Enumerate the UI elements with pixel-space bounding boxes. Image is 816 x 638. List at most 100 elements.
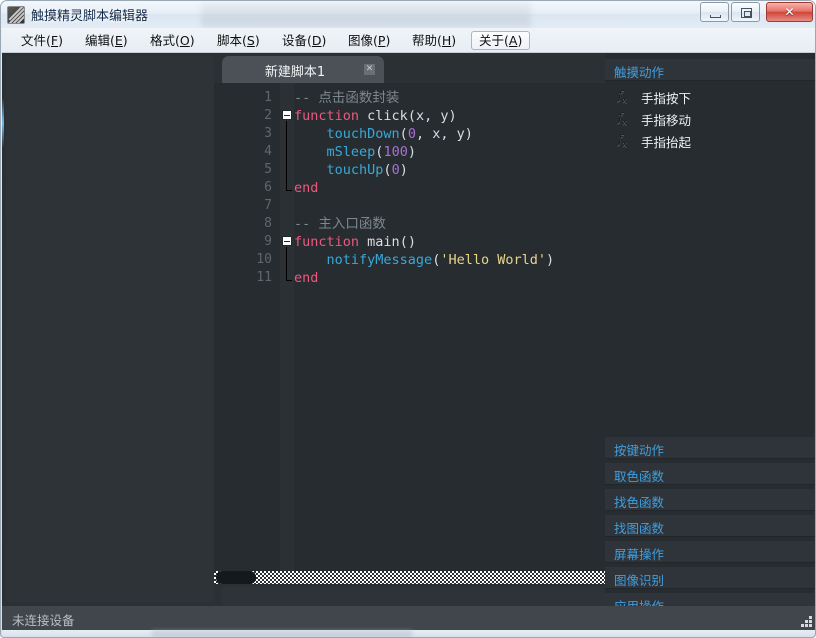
menu-item-e[interactable]: 编辑(E) [78,31,135,50]
function-section-header-3[interactable]: 找色函数 [605,489,815,511]
code-line[interactable]: end [294,269,318,287]
function-item-label: 手指抬起 [641,135,692,150]
window-bottom-chrome [2,630,815,637]
menu-item-p[interactable]: 图像(P) [341,31,397,50]
code-token-builtin: touchUp [326,162,384,178]
editor-tab-new-script-1[interactable]: 新建脚本1 ✕ [222,56,384,83]
code-token-punct [294,144,327,160]
code-line[interactable]: end [294,179,318,197]
menu-item-o[interactable]: 格式(O) [143,31,202,50]
code-token-num: 0 [407,126,416,142]
code-line[interactable]: touchUp(0) [294,161,408,179]
maximize-restore-button[interactable] [731,2,760,22]
code-token-builtin: mSleep [326,144,376,160]
left-edge-accent [2,98,4,148]
function-item-0-1[interactable]: fx 手指移动 [605,107,815,129]
code-token-punct: ) [399,162,408,178]
menu-item-a[interactable]: 关于(A) [471,31,531,50]
code-token-func: main [367,234,400,250]
title-bar[interactable]: 触摸精灵脚本编辑器 ✕ [1,1,815,28]
editor-tab-strip: 新建脚本1 ✕ [214,56,605,83]
function-item-label: 手指移动 [641,113,692,128]
line-number: 8 [264,216,272,231]
left-empty-panel [6,56,214,602]
code-editor[interactable]: 1 2 3 4 5 6 7 8 9 10 11 -- 点击函数封装 function click(x,… [214,83,605,571]
code-line[interactable]: mSleep(100) [294,143,416,161]
fx-icon: fx [618,88,627,105]
function-section-header-2[interactable]: 取色函数 [605,463,815,485]
line-number: 10 [256,252,272,267]
code-token-keyword: end [294,180,319,196]
menu-item-h[interactable]: 帮助(H) [405,31,463,50]
menu-bar: 文件(F) 编辑(E) 格式(O) 脚本(S) 设备(D) 图像(P) 帮助(H) 关于(A) [2,28,815,53]
function-section-header-5[interactable]: 屏幕操作 [605,541,815,563]
code-token-string: 'Hello World' [440,252,546,268]
function-section-header-1[interactable]: 按键动作 [605,437,815,459]
code-token-punct: (x, y) [407,108,457,124]
line-number: 9 [264,234,272,249]
menu-item-f[interactable]: 文件(F) [14,31,70,50]
editor-horizontal-scrollbar[interactable] [214,571,605,584]
function-item-0-2[interactable]: fx 手指抬起 [605,129,815,151]
code-token-builtin: touchDown [326,126,400,142]
bottom-chrome-blur [152,630,412,637]
code-line[interactable]: notifyMessage('Hello World') [294,251,555,269]
window-title: 触摸精灵脚本编辑器 [31,9,149,24]
menu-item-s[interactable]: 脚本(S) [210,31,267,50]
line-number: 11 [256,270,272,285]
code-token-punct [359,234,367,250]
function-section-title: 取色函数 [614,469,665,484]
line-number: 6 [264,180,272,195]
editor-code-area[interactable]: -- 点击函数封装 function click(x, y) touchDown(… [294,83,605,571]
function-section-title: 找色函数 [614,495,665,510]
code-line[interactable]: touchDown(0, x, y) [294,125,473,143]
editor-tab-label: 新建脚本1 [264,65,326,80]
close-button[interactable]: ✕ [766,2,813,22]
fx-icon: fx [618,110,627,127]
function-section-title: 按键动作 [614,443,665,458]
code-line[interactable]: function main() [294,233,416,251]
restore-icon [741,8,752,18]
function-section-header-6[interactable]: 图像识别 [605,567,815,589]
status-bar: 未连接设备 [2,606,815,630]
minimize-button[interactable] [700,2,729,22]
editor-horizontal-scrollbar-thumb[interactable] [216,571,256,584]
code-token-keyword: function [294,234,360,250]
code-line[interactable]: function click(x, y) [294,107,457,125]
function-section-title: 找图函数 [614,521,665,536]
status-text: 未连接设备 [12,613,75,628]
main-body: 新建脚本1 ✕ 1 2 3 4 5 6 7 8 9 10 11 -- 点击函数封装 function … [2,53,815,637]
close-icon: ✕ [784,5,795,19]
app-logo-icon [7,6,25,24]
code-token-num: 100 [383,144,408,160]
code-token-num: 0 [391,162,400,178]
editor-tab-close-icon[interactable]: ✕ [364,64,375,75]
editor-column: 新建脚本1 ✕ 1 2 3 4 5 6 7 8 9 10 11 -- 点击函数封装 function … [214,53,605,637]
menu-item-d[interactable]: 设备(D) [275,31,333,50]
code-fold-bracket [286,121,292,191]
code-fold-bracket [286,247,292,281]
line-number: 2 [264,108,272,123]
code-fold-toggle-icon[interactable] [282,110,292,120]
code-token-keyword: end [294,270,319,286]
line-number: 7 [264,198,272,213]
function-section-header-0[interactable]: 触摸动作 [605,59,815,81]
code-token-punct [294,162,327,178]
minimize-icon [710,15,721,18]
code-line[interactable]: -- 点击函数封装 [294,89,399,107]
function-section-title: 屏幕操作 [614,547,665,562]
code-token-comment: -- 主入口函数 [294,216,386,232]
code-line[interactable]: -- 主入口函数 [294,215,386,233]
code-token-keyword: function [294,108,360,124]
code-token-punct: ( [399,126,408,142]
code-token-punct [359,108,367,124]
line-number: 4 [264,144,272,159]
code-fold-toggle-icon[interactable] [282,236,292,246]
resize-grip-icon[interactable] [799,614,812,627]
editor-gutter: 1 2 3 4 5 6 7 8 9 10 11 [214,83,280,571]
line-number: 1 [264,90,272,105]
function-item-0-0[interactable]: fx 手指按下 [605,85,815,107]
code-token-punct: () [399,234,416,250]
function-section-header-4[interactable]: 找图函数 [605,515,815,537]
line-number: 3 [264,126,272,141]
